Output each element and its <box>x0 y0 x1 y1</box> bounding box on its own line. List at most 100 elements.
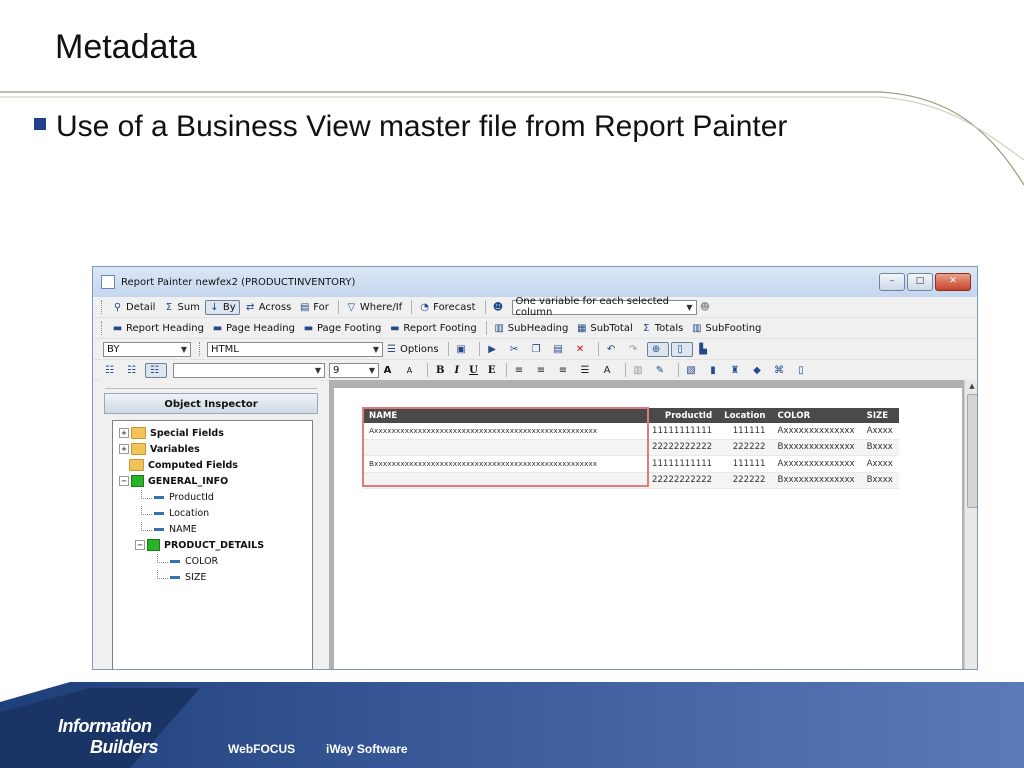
cut-button[interactable]: ✂ <box>506 343 526 356</box>
toolbar-grip[interactable] <box>101 300 105 314</box>
tree-node-name[interactable]: NAME <box>113 521 312 537</box>
align-left-button[interactable]: ≡ <box>511 364 531 377</box>
save-button[interactable]: ▣ <box>453 343 473 356</box>
maximize-button[interactable]: □ <box>907 273 933 291</box>
by-button[interactable]: ↓ By <box>204 299 240 315</box>
tree-node-variables[interactable]: + Variables <box>113 441 312 457</box>
detail-icon: ⚲ <box>113 301 122 313</box>
page-heading-button[interactable]: ▬ Page Heading <box>209 322 298 335</box>
other-format-button[interactable]: E <box>484 365 500 376</box>
paste-button[interactable]: ▤ <box>550 343 570 356</box>
font-color-button[interactable]: A <box>599 364 619 377</box>
column-header-color[interactable]: COLOR <box>771 408 861 423</box>
redo-button[interactable]: ↷ <box>625 343 645 356</box>
sum-button[interactable]: Σ Sum <box>160 301 202 314</box>
folder-icon <box>131 443 146 455</box>
hierarchy-icon: ♜ <box>730 364 740 376</box>
cell-name: Bxxxxxxxxxxxxxxxxxxxxxxxxxxxxxxxxxxxxxxx… <box>363 455 646 473</box>
underline-button[interactable]: U <box>465 365 482 376</box>
scroll-up-icon[interactable]: ▲ <box>965 380 977 392</box>
copy-button[interactable]: ❐ <box>528 343 548 356</box>
zoom-button[interactable]: ⊕ <box>646 341 669 357</box>
logo-builders: Builders <box>90 737 159 757</box>
view-mode-1-button[interactable]: ☷ <box>101 364 121 377</box>
whereif-button[interactable]: ▽ Where/If <box>343 301 405 314</box>
subheading-button[interactable]: ▥ SubHeading <box>491 322 572 335</box>
cell-color: Bxxxxxxxxxxxxxx <box>771 472 861 489</box>
toolbar-grip[interactable] <box>199 342 203 356</box>
column-header-size[interactable]: SIZE <box>860 408 899 423</box>
tree-connector <box>157 569 168 579</box>
tree-node-location[interactable]: Location <box>113 505 312 521</box>
tree-connector <box>141 505 152 515</box>
tree-node-product-details[interactable]: − PRODUCT_DETAILS <box>113 537 312 553</box>
subtotal-button[interactable]: ▦ SubTotal <box>573 322 635 335</box>
hierarchy-button[interactable]: ♜ <box>727 364 747 377</box>
shrink-font-button[interactable]: A <box>401 364 421 377</box>
tree-node-productid[interactable]: ProductId <box>113 489 312 505</box>
object-inspector-button[interactable]: Object Inspector <box>104 393 318 414</box>
sort-type-select[interactable]: BY ▼ <box>103 341 191 357</box>
for-button[interactable]: ▤ For <box>296 301 332 314</box>
delete-button[interactable]: ✕ <box>572 343 592 356</box>
join-button[interactable]: ⌘ <box>771 364 791 377</box>
font-size-select[interactable]: 9 ▼ <box>329 362 379 378</box>
report-heading-button[interactable]: ▬ Report Heading <box>109 322 207 335</box>
report-footing-button[interactable]: ▬ Report Footing <box>386 322 479 335</box>
tree-node-computed-fields[interactable]: Computed Fields <box>113 457 312 473</box>
subfooting-button[interactable]: ▥ SubFooting <box>688 322 764 335</box>
chart-button[interactable]: ▙ <box>695 343 715 356</box>
align-left-icon: ≡ <box>514 364 524 376</box>
detail-button[interactable]: ⚲ Detail <box>109 301 158 314</box>
across-button[interactable]: ⇄ Across <box>242 301 295 314</box>
run-button[interactable]: ▶ <box>484 343 504 356</box>
window-titlebar[interactable]: Report Painter newfex2 (PRODUCTINVENTORY… <box>93 267 977 297</box>
chevron-down-icon: ▼ <box>180 344 187 354</box>
column-header-name[interactable]: NAME <box>363 408 646 423</box>
tree-node-size[interactable]: SIZE <box>113 569 312 585</box>
view-mode-3-button[interactable]: ☷ <box>145 362 167 378</box>
trash-button[interactable]: ▮ <box>705 364 725 377</box>
close-button[interactable]: ✕ <box>935 273 971 291</box>
totals-button[interactable]: Σ Totals <box>638 322 687 335</box>
forecast-button[interactable]: ◔ Forecast <box>416 301 478 314</box>
variable-user-button[interactable]: ☻ <box>490 301 510 314</box>
tree-node-general-info[interactable]: − GENERAL_INFO <box>113 473 312 489</box>
output-format-select[interactable]: HTML ▼ <box>207 341 383 357</box>
column-header-location[interactable]: Location <box>718 408 772 423</box>
page-footing-button[interactable]: ▬ Page Footing <box>300 322 384 335</box>
bold-button[interactable]: B <box>432 365 448 376</box>
expand-icon[interactable]: + <box>119 444 129 454</box>
scroll-thumb[interactable] <box>967 394 977 508</box>
undo-button[interactable]: ↶ <box>603 343 623 356</box>
align-right-button[interactable]: ≡ <box>555 364 575 377</box>
collapse-icon[interactable]: − <box>135 540 145 550</box>
variable-extra-button[interactable]: ☻ <box>697 301 717 314</box>
tree-node-color[interactable]: COLOR <box>113 553 312 569</box>
options-button[interactable]: ☰ Options <box>383 343 442 356</box>
toolbar-grip[interactable] <box>101 321 105 335</box>
tree-node-special-fields[interactable]: + Special Fields <box>113 425 312 441</box>
layout-button[interactable]: ▯ <box>670 341 693 357</box>
vertical-scrollbar[interactable]: ▲ <box>964 380 977 669</box>
style-button[interactable]: ✎ <box>652 364 672 377</box>
italic-button[interactable]: I <box>450 365 463 376</box>
page-button[interactable]: ▯ <box>793 364 813 377</box>
font-select[interactable]: ▼ <box>173 362 325 378</box>
table-row: 22222222222 222222 Bxxxxxxxxxxxxxx Bxxxx <box>363 439 899 456</box>
expand-icon[interactable]: + <box>119 428 129 438</box>
variable-select[interactable]: One variable for each selected column ▼ <box>511 296 697 318</box>
report-header-row: NAME ProductId Location COLOR SIZE <box>363 408 899 423</box>
minimize-button[interactable]: – <box>879 273 905 291</box>
collapse-icon[interactable]: − <box>119 476 129 486</box>
fill-color-button[interactable]: ▥ <box>630 364 650 377</box>
filter-icon: ▽ <box>347 301 356 313</box>
align-center-button[interactable]: ≡ <box>533 364 553 377</box>
justify-button[interactable]: ☰ <box>577 364 597 377</box>
grow-font-button[interactable]: A <box>379 364 399 377</box>
separator <box>337 300 339 314</box>
view-mode-2-button[interactable]: ☷ <box>123 364 143 377</box>
conditional-style-button[interactable]: ▧ <box>683 364 703 377</box>
column-header-productid[interactable]: ProductId <box>646 408 719 423</box>
drilldown-button[interactable]: ◆ <box>749 364 769 377</box>
